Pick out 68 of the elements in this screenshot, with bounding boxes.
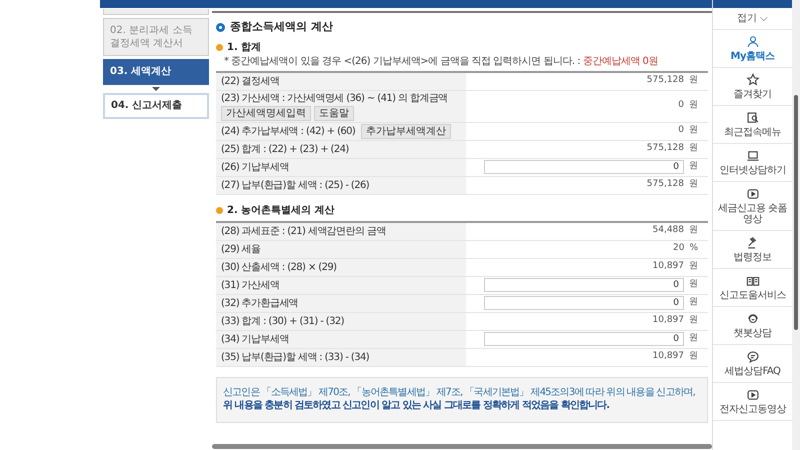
laptop-icon [746, 149, 760, 163]
row-label: (32) 추가환급세액 [221, 296, 298, 310]
amount-input[interactable]: 0 [484, 296, 684, 310]
book-icon [746, 274, 760, 288]
amount-value: 10,897 [652, 260, 684, 274]
row-label: (29) 세율 [221, 242, 261, 256]
row-label: (22) 결정세액 [221, 74, 280, 88]
horizontal-scrollbar[interactable] [212, 444, 712, 449]
headset-icon [746, 312, 760, 326]
note-text: * 중간예납세액이 있을 경우 <(26) 기납부세액>에 금액을 직접 입력하시면 됩니다. : 중간예납세액 0원 [223, 54, 659, 68]
row-label: (28) 과세표준 : (21) 세액감면란의 금액 [221, 224, 386, 238]
row-label: (34) 기납부세액 [221, 332, 289, 346]
subsection-title: 2. 농어촌특별세의 계산 [227, 204, 335, 218]
unit-label: 원 [689, 224, 698, 238]
row-label: (25) 합계 : (22) + (23) + (24) [221, 142, 349, 156]
unit-label: 원 [689, 350, 698, 364]
unit-label: 원 [689, 99, 698, 112]
subsection-title: 1. 합계 [227, 40, 262, 54]
row-label: (30) 산출세액 : (28) × (29) [221, 260, 336, 274]
bullet-icon [216, 206, 223, 214]
unit-label: 원 [689, 74, 698, 88]
unit-label: 원 [689, 296, 698, 310]
amount-value: 0 [678, 99, 684, 112]
step-tab[interactable]: 03. 세액계산 [103, 59, 209, 85]
row-label: (31) 가산세액 [221, 278, 280, 292]
star-icon [746, 73, 760, 87]
unit-label: 원 [689, 278, 698, 292]
amount-value: 575,128 [646, 142, 684, 156]
action-button[interactable]: 가산세액명세입력 [221, 106, 311, 120]
row-label: (35) 납부(환급)할 세액 : (33) - (34) [221, 350, 370, 364]
unit-label: % [689, 242, 698, 256]
unit-label: 원 [689, 332, 698, 346]
amount-value: 10,897 [652, 314, 684, 328]
play-icon [746, 388, 760, 402]
amount-input[interactable]: 0 [484, 278, 684, 292]
row-label: (23) 가산세액 : 가산세액명세 (36) ~ (41) 의 합계금액 [221, 92, 449, 104]
amount-value: 54,488 [652, 224, 684, 238]
unit-label: 원 [689, 314, 698, 328]
unit-label: 원 [689, 178, 698, 192]
row-label: (27) 납부(환급)할 세액 : (25) - (26) [221, 178, 370, 192]
row-label: (24) 추가납부세액 : (42) + (60) [221, 124, 356, 138]
unit-label: 원 [689, 160, 698, 174]
amount-value: 10,897 [652, 350, 684, 364]
document-search-icon [746, 111, 760, 125]
unit-label: 원 [689, 124, 698, 138]
bullet-icon [216, 44, 223, 50]
amount-input[interactable]: 0 [484, 160, 684, 174]
amount-value: 575,128 [646, 74, 684, 88]
unit-label: 원 [689, 142, 698, 156]
chat-icon [746, 350, 760, 364]
declaration-text: 신고인은 「소득세법」 제70조, 「농어촌특별세법」 제7조, 「국세기본법」 제45조의3에 따라 위의 내용을 신고하며, [223, 386, 695, 398]
play-icon [746, 187, 760, 201]
amount-input[interactable]: 0 [484, 332, 684, 346]
step-tab[interactable] [103, 9, 209, 15]
amount-value: 0 [678, 124, 684, 138]
amount-value: 20 [672, 242, 684, 256]
bullet-icon [216, 22, 225, 32]
unit-label: 원 [689, 260, 698, 274]
user-icon [746, 35, 760, 49]
amount-value: 575,128 [646, 178, 684, 192]
action-button[interactable]: 추가납부세액계산 [361, 124, 452, 138]
declaration-text: 위 내용을 충분히 검토하였고 신고인이 알고 있는 사실 그대로를 정확하게 적었음을 확인합니다. [223, 398, 610, 412]
row-label: (26) 기납부세액 [221, 160, 289, 174]
row-label: (33) 합계 : (30) + (31) - (32) [221, 314, 344, 328]
vertical-scrollbar[interactable] [794, 95, 798, 330]
section-title: 종합소득세액의 계산 [230, 19, 333, 35]
action-button[interactable]: 도움말 [314, 106, 354, 120]
step-tab[interactable]: 04. 신고서제출 [103, 93, 209, 119]
